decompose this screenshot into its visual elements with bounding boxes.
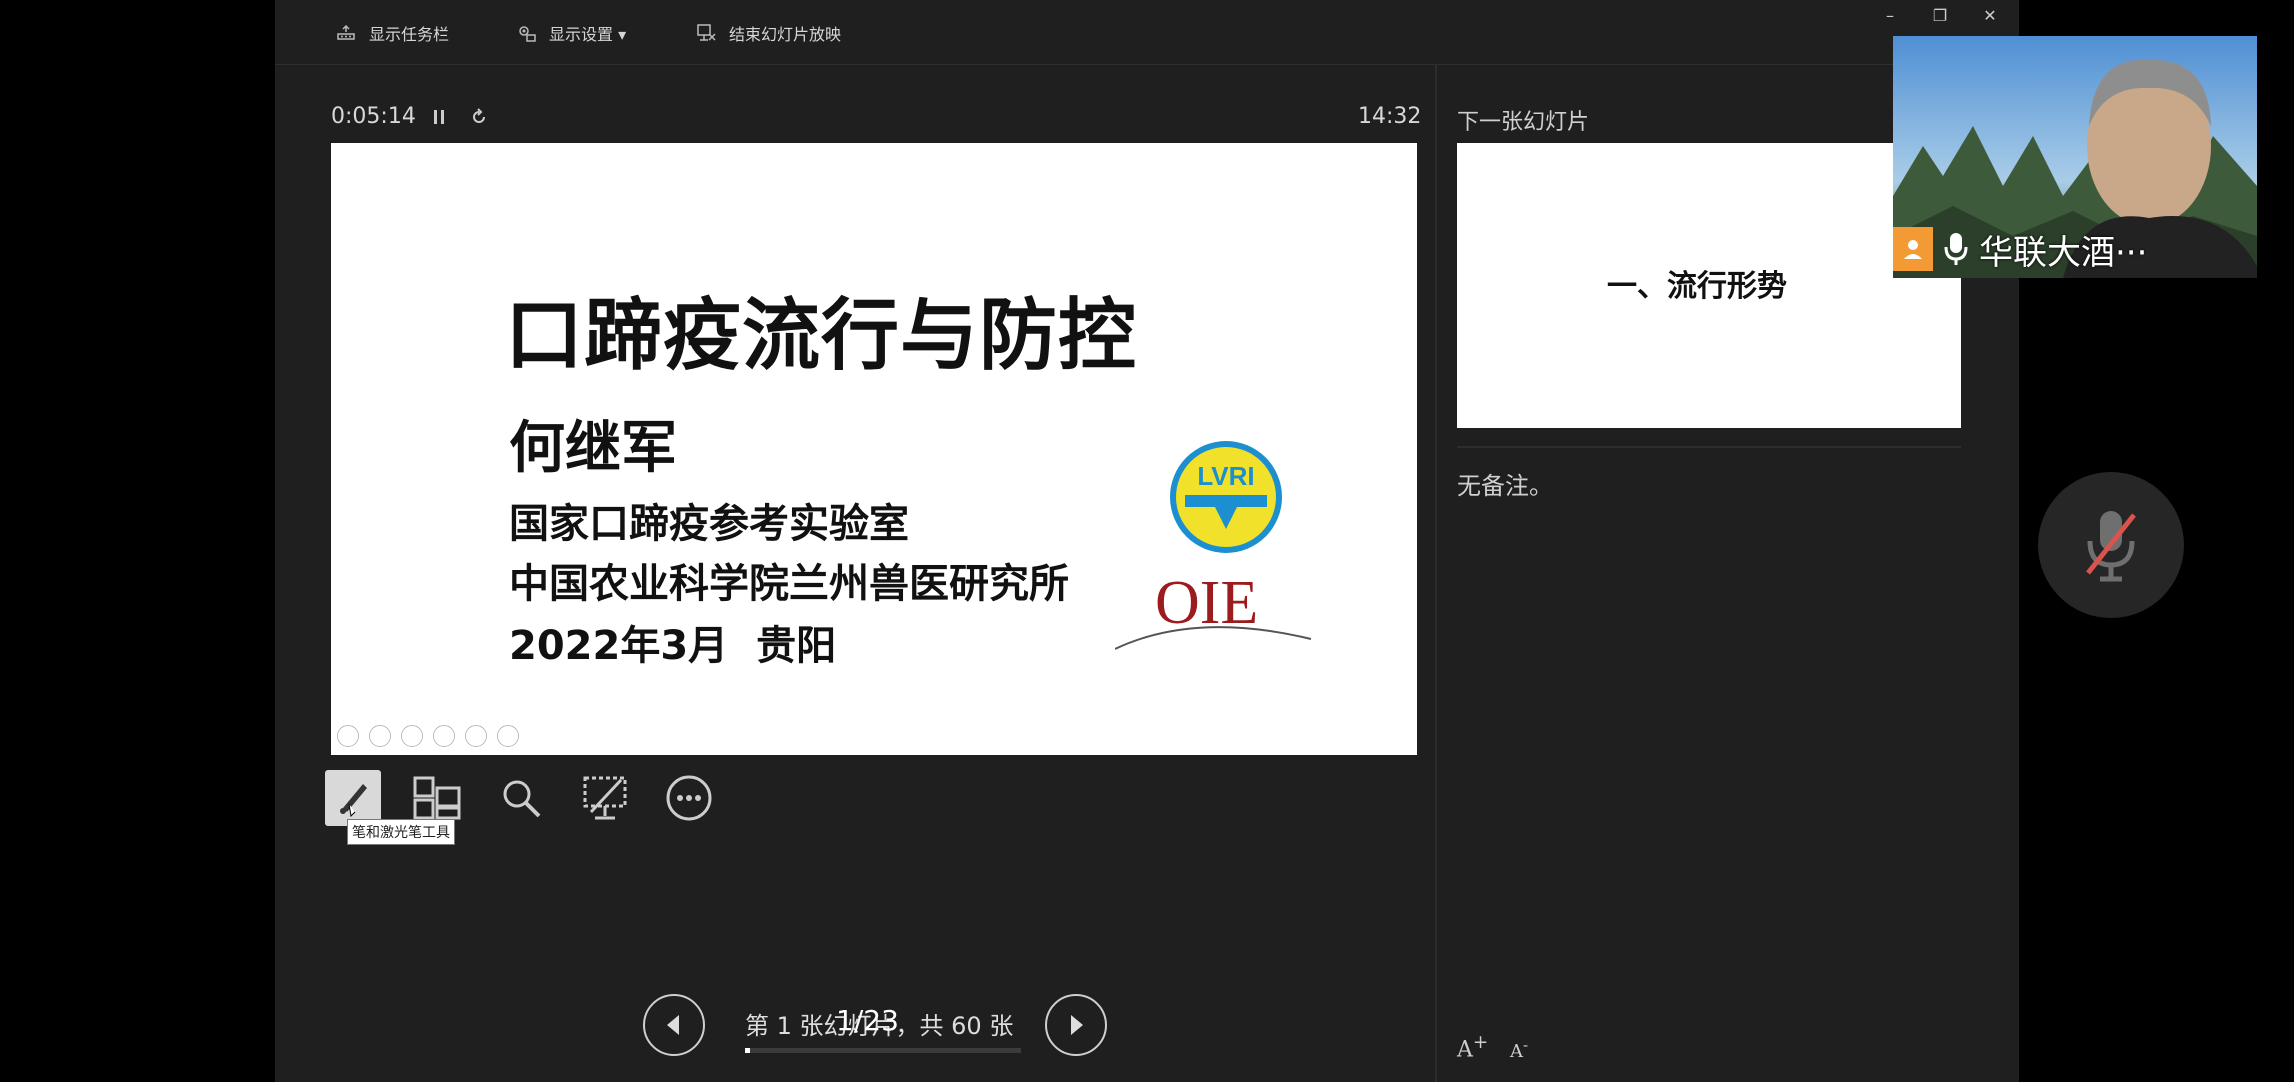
participant-video[interactable]: 华联大酒··· (1893, 36, 2257, 278)
lvri-logo: LVRI (1170, 441, 1282, 553)
page-count: 1/23 (836, 1004, 899, 1037)
avatar (1893, 227, 1933, 271)
minimize-button[interactable]: – (1875, 6, 1905, 26)
decrease-font-icon: A (1510, 1041, 1523, 1062)
zoom-button[interactable] (493, 770, 549, 826)
mini-more-icon[interactable] (497, 725, 519, 747)
presenter-tools (325, 770, 717, 826)
next-slide-label: 下一张幻灯片 (1457, 110, 1590, 135)
display-settings-label: 显示设置 ▾ (549, 25, 627, 44)
slide-title: 口蹄疫流行与防控 (505, 291, 1138, 381)
mini-next-icon[interactable] (369, 725, 391, 747)
microphone-muted-icon (2086, 511, 2136, 582)
notes-separator (1457, 446, 1961, 448)
restart-icon (473, 108, 485, 123)
slide-author: 何继军 (509, 416, 677, 481)
slide-place: 贵阳 (756, 623, 837, 669)
next-icon (1071, 1015, 1083, 1035)
mini-zoom-icon[interactable] (465, 725, 487, 747)
slide-affiliation-1: 国家口蹄疫参考实验室 (509, 501, 909, 547)
black-screen-button[interactable] (577, 770, 633, 826)
person-icon (1904, 240, 1922, 259)
decrease-font-button[interactable]: A- (1510, 1036, 1528, 1062)
increase-font-icon: A (1457, 1037, 1473, 1063)
slide-date-place: 2022年3月 贵阳 (509, 613, 836, 671)
oie-logo: OIE (1115, 571, 1312, 650)
top-toolbar: 显示任务栏 显示设置 ▾ 结束幻灯片放映 – ❐ ✕ (275, 0, 2019, 65)
next-slide-text: 一、流行形势 (1607, 269, 1787, 304)
monitor-slash-icon (583, 776, 627, 820)
more-options-button[interactable] (661, 770, 717, 826)
slide-progress-fill (745, 1048, 750, 1053)
pause-icon (434, 110, 444, 124)
show-taskbar-button[interactable]: 显示任务栏 (335, 18, 449, 48)
slide-mini-controls (337, 725, 519, 747)
slide-date: 2022年3月 (509, 623, 729, 669)
taskbar-icon (337, 24, 355, 40)
show-taskbar-label: 显示任务栏 (369, 25, 450, 44)
display-settings-button[interactable]: 显示设置 ▾ (515, 18, 626, 48)
slide-navigation: 第 1 张幻灯片，共 60 张 (643, 994, 1107, 1056)
increase-font-button[interactable]: A+ (1457, 1032, 1488, 1062)
current-slide[interactable]: 口蹄疫流行与防控 何继军 国家口蹄疫参考实验室 中国农业科学院兰州兽医研究所 2… (331, 143, 1417, 755)
pen-icon (340, 784, 367, 818)
next-slide-button[interactable] (1045, 994, 1107, 1056)
restore-button[interactable]: ❐ (1925, 6, 1955, 26)
mini-pen-icon[interactable] (401, 725, 423, 747)
see-all-slides-button[interactable] (409, 770, 465, 826)
participant-name: 华联大酒··· (1979, 232, 2148, 273)
mini-view-icon[interactable] (433, 725, 455, 747)
mute-toggle-button[interactable] (2038, 472, 2184, 618)
next-slide-preview[interactable]: 一、流行形势 (1457, 143, 1961, 428)
slide-affiliation-2: 中国农业科学院兰州兽医研究所 (509, 561, 1069, 607)
restart-timer-button[interactable] (467, 104, 491, 130)
participant-name-bar: 华联大酒··· (1893, 220, 2147, 278)
end-slideshow-button[interactable]: 结束幻灯片放映 (695, 18, 841, 48)
slide-progress-bar (745, 1048, 1021, 1053)
close-button[interactable]: ✕ (1975, 6, 2005, 26)
end-show-icon (697, 24, 716, 41)
current-time: 14:32 (1358, 104, 1422, 129)
end-slideshow-label: 结束幻灯片放映 (729, 25, 842, 44)
lvri-logo-text: LVRI (1197, 461, 1254, 491)
pen-tool-button[interactable] (325, 770, 381, 826)
microphone-icon (1944, 233, 1968, 265)
mini-prev-icon[interactable] (337, 725, 359, 747)
display-settings-icon (519, 26, 536, 42)
pen-tooltip: 笔和激光笔工具 (347, 819, 455, 845)
previous-icon (667, 1015, 679, 1035)
grid-icon (413, 776, 461, 820)
speaker-notes: 无备注。 (1457, 472, 1553, 500)
elapsed-timer: 0:05:14 (331, 104, 416, 129)
panel-divider[interactable] (1435, 64, 1437, 1082)
more-icon (666, 775, 712, 821)
previous-slide-button[interactable] (643, 994, 705, 1056)
magnifier-icon (503, 780, 541, 818)
pause-timer-button[interactable] (427, 104, 451, 130)
